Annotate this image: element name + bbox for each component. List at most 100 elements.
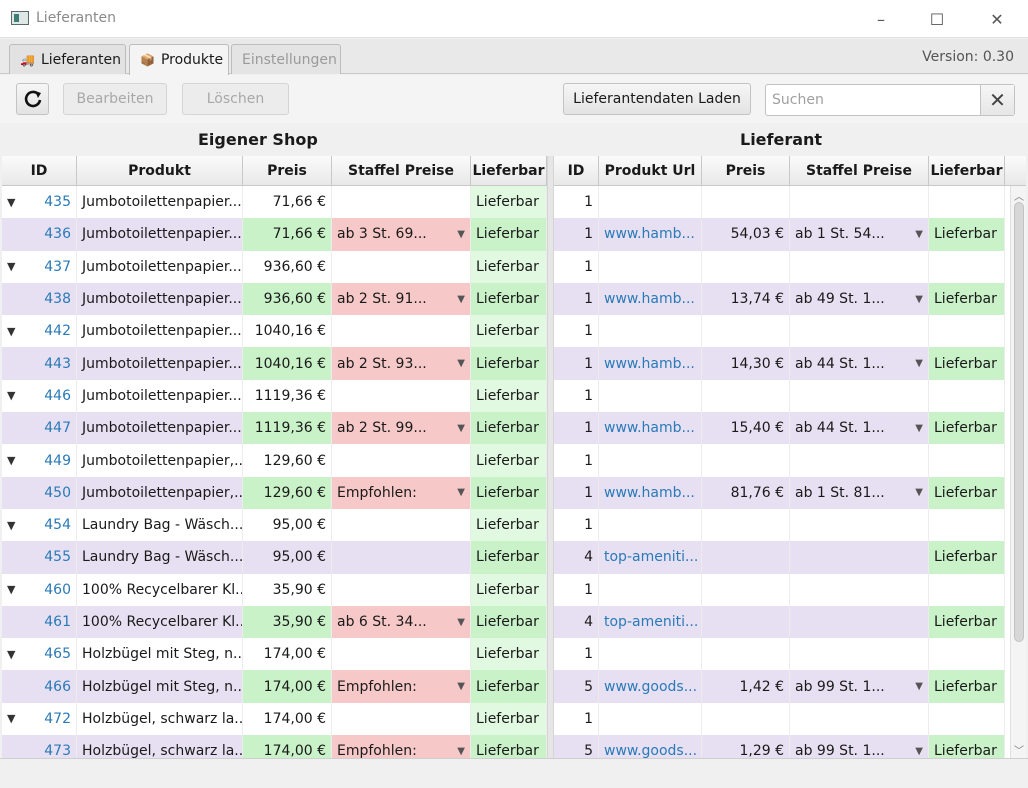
- table-splitter[interactable]: [547, 156, 554, 758]
- scroll-up-icon[interactable]: ︿: [1014, 188, 1024, 203]
- table-row[interactable]: 1: [554, 315, 1005, 348]
- product-url-link[interactable]: www.hamb...: [599, 476, 702, 509]
- table-row[interactable]: 5 www.goods... 1,29 € ab 99 St. 1... ▼ Liefer…: [554, 735, 1005, 758]
- table-row[interactable]: ▼ 437 Jumbotoilettenpapier... 936,60 € Liefe…: [2, 250, 547, 283]
- table-row[interactable]: 438 Jumbotoilettenpapier... 936,60 € ab 2 S…: [2, 282, 547, 316]
- table-row[interactable]: ▼ 472 Holzbügel, schwarz la... 174,00 € Lief…: [2, 702, 547, 736]
- table-row[interactable]: ▼ 442 Jumbotoilettenpapier... 1040,16 € Lief…: [2, 315, 547, 348]
- table-row[interactable]: ▼ 454 Laundry Bag - Wäsch... 95,00 € Lieferb…: [2, 508, 547, 542]
- column-header-price[interactable]: Preis: [702, 156, 790, 186]
- expand-triangle-icon[interactable]: ▼: [7, 454, 27, 467]
- table-row[interactable]: 1 www.hamb... 14,30 € ab 44 St. 1... ▼ Liefer…: [554, 347, 1005, 380]
- table-row[interactable]: 443 Jumbotoilettenpapier... 1040,16 € ab 2 …: [2, 347, 547, 380]
- table-row[interactable]: 4 top-ameniti... Lieferbar: [554, 605, 1005, 639]
- column-header-lieferbar[interactable]: Lieferbar: [471, 156, 547, 186]
- staffel-dropdown[interactable]: ab 6 St. 34... ▼: [332, 605, 471, 639]
- table-row[interactable]: 1: [554, 573, 1005, 606]
- product-url-link[interactable]: top-ameniti...: [599, 605, 702, 639]
- tab-label: Einstellungen: [242, 51, 337, 68]
- table-row[interactable]: 1: [554, 508, 1005, 542]
- column-header-staffel[interactable]: Staffel Preise: [790, 156, 929, 186]
- table-row[interactable]: ▼ 435 Jumbotoilettenpapier... 71,66 € Liefer…: [2, 186, 547, 219]
- table-row[interactable]: 1: [554, 379, 1005, 413]
- staffel-dropdown[interactable]: ab 2 St. 99... ▼: [332, 412, 471, 445]
- table-row[interactable]: 1: [554, 444, 1005, 477]
- product-url-link[interactable]: www.hamb...: [599, 218, 702, 251]
- table-row[interactable]: 466 Holzbügel mit Steg, n... 174,00 € Empfo…: [2, 670, 547, 703]
- supplier-staffel-dropdown[interactable]: ab 99 St. 1... ▼: [790, 670, 929, 703]
- search-input[interactable]: [766, 85, 982, 115]
- supplier-id: 5: [554, 670, 599, 703]
- table-row[interactable]: 1: [554, 638, 1005, 671]
- supplier-staffel-dropdown[interactable]: ab 49 St. 1... ▼: [790, 282, 929, 316]
- product-url-link[interactable]: www.goods...: [599, 735, 702, 758]
- table-row[interactable]: 447 Jumbotoilettenpapier... 1119,36 € ab 2 …: [2, 412, 547, 445]
- supplier-staffel-dropdown[interactable]: ab 99 St. 1... ▼: [790, 735, 929, 758]
- table-row[interactable]: ▼ 449 Jumbotoilettenpapier,... 129,60 € Lief…: [2, 444, 547, 477]
- table-row[interactable]: 1 www.hamb... 15,40 € ab 44 St. 1... ▼ Liefer…: [554, 412, 1005, 445]
- table-row[interactable]: 1: [554, 186, 1005, 219]
- load-supplier-data-button[interactable]: Lieferantendaten Laden: [563, 83, 751, 115]
- supplier-staffel-dropdown[interactable]: ab 1 St. 54... ▼: [790, 218, 929, 251]
- expand-triangle-icon[interactable]: ▼: [7, 648, 27, 661]
- delete-button[interactable]: Löschen: [182, 83, 289, 115]
- tab-einstellungen[interactable]: Einstellungen: [231, 44, 341, 74]
- column-header-id[interactable]: ID: [2, 156, 77, 186]
- table-row[interactable]: 455 Laundry Bag - Wäsch... 95,00 € Lieferba…: [2, 541, 547, 574]
- column-header-id[interactable]: ID: [554, 156, 599, 186]
- table-row[interactable]: 461 100% Recycelbarer Kl... 35,90 € ab 6 St…: [2, 605, 547, 639]
- table-row[interactable]: 5 www.goods... 1,42 € ab 99 St. 1... ▼ Liefer…: [554, 670, 1005, 703]
- table-row[interactable]: ▼ 460 100% Recycelbarer Kl... 35,90 € Liefer…: [2, 573, 547, 606]
- product-url-link[interactable]: www.hamb...: [599, 347, 702, 380]
- product-url-link[interactable]: www.hamb...: [599, 282, 702, 316]
- supplier-id: 1: [554, 702, 599, 736]
- expand-triangle-icon[interactable]: ▼: [7, 712, 27, 725]
- staffel-dropdown[interactable]: Empfohlen: ▼: [332, 735, 471, 758]
- scroll-thumb[interactable]: [1014, 202, 1024, 642]
- product-url-link[interactable]: top-ameniti...: [599, 541, 702, 574]
- table-row[interactable]: ▼ 465 Holzbügel mit Steg, n... 174,00 € Lief…: [2, 638, 547, 671]
- staffel-value: ab 3 St. 69...: [337, 226, 427, 243]
- minimize-button[interactable]: –: [858, 0, 904, 38]
- edit-button[interactable]: Bearbeiten: [63, 83, 167, 115]
- product-url-link[interactable]: www.hamb...: [599, 412, 702, 445]
- table-row[interactable]: 1: [554, 702, 1005, 736]
- tab-lieferanten[interactable]: 🚚 Lieferanten: [9, 44, 126, 74]
- table-row[interactable]: 1 www.hamb... 54,03 € ab 1 St. 54... ▼ Liefer…: [554, 218, 1005, 251]
- clear-search-icon[interactable]: ✕: [980, 85, 1014, 115]
- staffel-dropdown[interactable]: Empfohlen: ▼: [332, 476, 471, 509]
- column-header-price[interactable]: Preis: [243, 156, 332, 186]
- column-header-product-url[interactable]: Produkt Url: [599, 156, 702, 186]
- column-header-product[interactable]: Produkt: [77, 156, 243, 186]
- staffel-dropdown[interactable]: ab 3 St. 69... ▼: [332, 218, 471, 251]
- table-row[interactable]: 4 top-ameniti... Lieferbar: [554, 541, 1005, 574]
- scroll-down-icon[interactable]: ﹀: [1014, 742, 1024, 757]
- table-row[interactable]: 1: [554, 250, 1005, 283]
- expand-triangle-icon[interactable]: ▼: [7, 583, 27, 596]
- expand-triangle-icon[interactable]: ▼: [7, 196, 27, 209]
- expand-triangle-icon[interactable]: ▼: [7, 389, 27, 402]
- staffel-dropdown[interactable]: Empfohlen: ▼: [332, 670, 471, 703]
- tab-produkte[interactable]: 📦 Produkte: [129, 44, 229, 75]
- table-row[interactable]: 473 Holzbügel, schwarz la... 174,00 € Empfo…: [2, 735, 547, 758]
- product-url-link[interactable]: www.goods...: [599, 670, 702, 703]
- column-header-lieferbar[interactable]: Lieferbar: [929, 156, 1005, 186]
- table-row[interactable]: 450 Jumbotoilettenpapier,... 129,60 € Empfo…: [2, 476, 547, 509]
- table-row[interactable]: 1 www.hamb... 13,74 € ab 49 St. 1... ▼ Liefer…: [554, 282, 1005, 316]
- supplier-staffel-dropdown[interactable]: ab 44 St. 1... ▼: [790, 347, 929, 380]
- expand-triangle-icon[interactable]: ▼: [7, 519, 27, 532]
- staffel-dropdown[interactable]: ab 2 St. 93... ▼: [332, 347, 471, 380]
- expand-triangle-icon[interactable]: ▼: [7, 325, 27, 338]
- close-button[interactable]: ✕: [974, 0, 1020, 38]
- supplier-staffel-dropdown[interactable]: ab 44 St. 1... ▼: [790, 412, 929, 445]
- column-header-staffel[interactable]: Staffel Preise: [332, 156, 471, 186]
- maximize-button[interactable]: ☐: [914, 0, 960, 38]
- staffel-dropdown[interactable]: ab 2 St. 91... ▼: [332, 282, 471, 316]
- expand-triangle-icon[interactable]: ▼: [7, 260, 27, 273]
- table-row[interactable]: 1 www.hamb... 81,76 € ab 1 St. 81... ▼ Liefer…: [554, 476, 1005, 509]
- table-row[interactable]: ▼ 446 Jumbotoilettenpapier... 1119,36 € Lief…: [2, 379, 547, 413]
- table-row[interactable]: 436 Jumbotoilettenpapier... 71,66 € ab 3 St…: [2, 218, 547, 251]
- supplier-staffel-dropdown[interactable]: ab 1 St. 81... ▼: [790, 476, 929, 509]
- vertical-scrollbar[interactable]: ︿ ﹀: [1010, 186, 1026, 758]
- refresh-button[interactable]: [16, 83, 49, 115]
